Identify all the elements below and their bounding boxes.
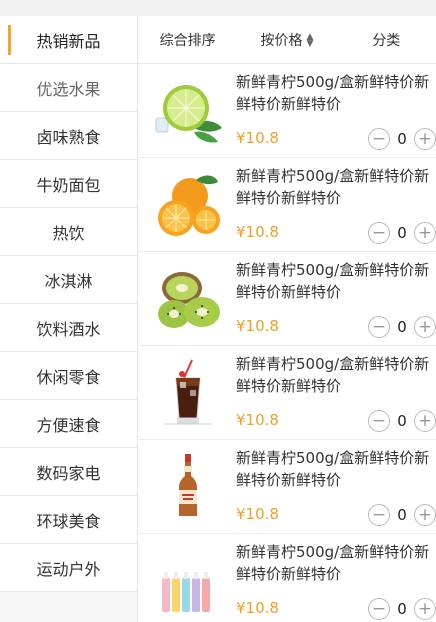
sidebar-item-hot-drinks[interactable]: 热饮	[0, 208, 137, 256]
product-price: ¥10.8	[236, 129, 279, 147]
plus-button[interactable]: +	[414, 598, 436, 620]
product-price: ¥10.8	[236, 317, 279, 335]
product-item[interactable]: 新鲜青柠500g/盒新鲜特价新鲜特价新鲜特价 ¥10.8 − 0 +	[138, 252, 436, 346]
minus-button[interactable]: −	[368, 504, 390, 526]
minus-button[interactable]: −	[368, 410, 390, 432]
quantity-value: 0	[397, 412, 407, 430]
sidebar-item-braised[interactable]: 卤味熟食	[0, 112, 137, 160]
sidebar-item-label: 牛奶面包	[36, 175, 101, 195]
product-name: 新鲜青柠500g/盒新鲜特价新鲜特价新鲜特价	[236, 355, 430, 395]
sidebar-item-label: 冰淇淋	[44, 271, 93, 291]
sidebar-item-label: 数码家电	[36, 463, 101, 483]
product-price: ¥10.8	[236, 505, 279, 523]
plus-button[interactable]: +	[414, 410, 436, 432]
quantity-value: 0	[397, 224, 407, 242]
minus-button[interactable]: −	[368, 128, 390, 150]
sort-default-button[interactable]: 综合排序	[138, 30, 237, 50]
quantity-stepper: − 0 +	[368, 504, 436, 526]
sidebar-item-label: 卤味熟食	[36, 127, 101, 147]
cola-glass-icon	[164, 359, 212, 425]
orange-icon	[158, 175, 220, 236]
product-price: ¥10.8	[236, 223, 279, 241]
quantity-stepper: − 0 +	[368, 598, 436, 620]
sort-default-label: 综合排序	[159, 32, 216, 49]
plus-button[interactable]: +	[414, 316, 436, 338]
sidebar-item-electronics[interactable]: 数码家电	[0, 448, 137, 496]
product-item[interactable]: 新鲜青柠500g/盒新鲜特价新鲜特价新鲜特价 ¥10.8 − 0 +	[138, 158, 436, 252]
sidebar-item-outdoor[interactable]: 运动户外	[0, 544, 137, 592]
kiwi-icon	[158, 272, 220, 328]
plus-button[interactable]: +	[414, 504, 436, 526]
top-strip	[0, 0, 436, 16]
minus-button[interactable]: −	[368, 316, 390, 338]
quantity-value: 0	[397, 600, 407, 618]
sidebar-item-label: 环球美食	[36, 511, 101, 531]
sidebar-item-label: 热饮	[52, 223, 85, 243]
product-panel: 综合排序 按价格 ▲ ▼ 分类 新鲜青柠500g/盒新鲜特价新鲜特价新鲜特价 ¥…	[138, 16, 436, 622]
lime-icon	[155, 85, 222, 143]
quantity-stepper: − 0 +	[368, 128, 436, 150]
quantity-value: 0	[397, 506, 407, 524]
sidebar-item-instant-food[interactable]: 方便速食	[0, 400, 137, 448]
sidebar-item-label: 优选水果	[36, 79, 101, 99]
product-price: ¥10.8	[236, 411, 279, 429]
plus-button[interactable]: +	[414, 222, 436, 244]
sidebar-item-label: 方便速食	[36, 415, 101, 435]
minus-button[interactable]: −	[368, 598, 390, 620]
plus-button[interactable]: +	[414, 128, 436, 150]
quantity-stepper: − 0 +	[368, 222, 436, 244]
drink-bottles-icon	[162, 572, 210, 612]
quantity-stepper: − 0 +	[368, 410, 436, 432]
sidebar-item-hot-new[interactable]: 热销新品	[0, 16, 137, 64]
sidebar-item-label: 饮料酒水	[36, 319, 101, 339]
category-filter-label: 分类	[372, 32, 401, 49]
product-item[interactable]: 新鲜青柠500g/盒新鲜特价新鲜特价新鲜特价 ¥10.8 − 0 +	[138, 346, 436, 440]
product-price: ¥10.8	[236, 599, 279, 617]
sidebar-item-label: 休闲零食	[36, 367, 101, 387]
sidebar-item-snacks[interactable]: 休闲零食	[0, 352, 137, 400]
category-filter-button[interactable]: 分类	[337, 30, 436, 50]
product-item[interactable]: 新鲜青柠500g/盒新鲜特价新鲜特价新鲜特价 ¥10.8 − 0 +	[138, 64, 436, 158]
sidebar-item-milk-bread[interactable]: 牛奶面包	[0, 160, 137, 208]
sidebar-item-beverages[interactable]: 饮料酒水	[0, 304, 137, 352]
sort-bar: 综合排序 按价格 ▲ ▼ 分类	[138, 16, 436, 64]
sort-price-label: 按价格	[260, 32, 303, 49]
sidebar-item-global-food[interactable]: 环球美食	[0, 496, 137, 544]
sort-arrows-icon: ▲ ▼	[306, 31, 314, 49]
sidebar-item-fruit[interactable]: 优选水果	[0, 64, 137, 112]
quantity-value: 0	[397, 318, 407, 336]
category-sidebar: 热销新品 优选水果 卤味熟食 牛奶面包 热饮 冰淇淋 饮料酒水 休闲零食 方便速…	[0, 16, 138, 622]
beer-bottle-icon	[179, 454, 197, 516]
product-name: 新鲜青柠500g/盒新鲜特价新鲜特价新鲜特价	[236, 543, 430, 583]
product-name: 新鲜青柠500g/盒新鲜特价新鲜特价新鲜特价	[236, 261, 430, 301]
sidebar-item-ice-cream[interactable]: 冰淇淋	[0, 256, 137, 304]
product-item[interactable]: 新鲜青柠500g/盒新鲜特价新鲜特价新鲜特价 ¥10.8 − 0 +	[138, 440, 436, 534]
minus-button[interactable]: −	[368, 222, 390, 244]
app: 热销新品 优选水果 卤味熟食 牛奶面包 热饮 冰淇淋 饮料酒水 休闲零食 方便速…	[0, 0, 436, 622]
product-item[interactable]: 新鲜青柠500g/盒新鲜特价新鲜特价新鲜特价 ¥10.8 − 0 +	[138, 534, 436, 622]
sidebar-item-label: 热销新品	[36, 31, 101, 51]
product-name: 新鲜青柠500g/盒新鲜特价新鲜特价新鲜特价	[236, 449, 430, 489]
product-name: 新鲜青柠500g/盒新鲜特价新鲜特价新鲜特价	[236, 73, 430, 113]
product-name: 新鲜青柠500g/盒新鲜特价新鲜特价新鲜特价	[236, 167, 430, 207]
quantity-stepper: − 0 +	[368, 316, 436, 338]
quantity-value: 0	[397, 130, 407, 148]
sort-price-button[interactable]: 按价格 ▲ ▼	[237, 30, 336, 50]
sidebar-item-label: 运动户外	[36, 559, 101, 579]
